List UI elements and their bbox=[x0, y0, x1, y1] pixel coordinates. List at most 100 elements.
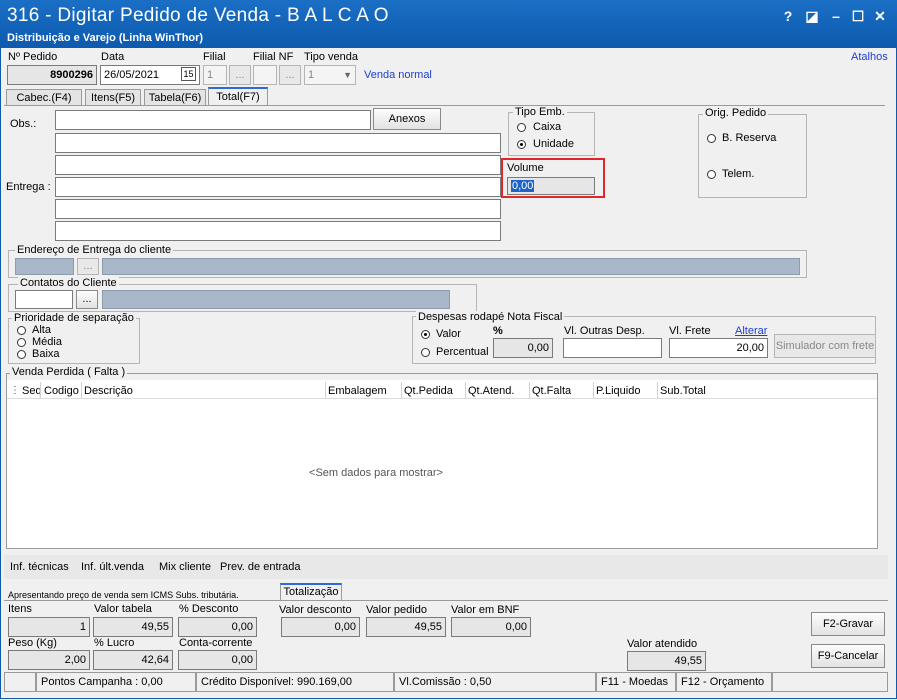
col-p-liquido[interactable]: P.Liquido bbox=[596, 385, 640, 397]
simulador-button[interactable]: Simulador com frete bbox=[774, 334, 876, 358]
col-qt-pedida[interactable]: Qt.Pedida bbox=[404, 385, 453, 397]
endereco-lookup-button[interactable]: ... bbox=[77, 258, 99, 275]
filial-nf-lookup-button[interactable]: ... bbox=[279, 65, 301, 85]
inf-tecnicas-link[interactable]: Inf. técnicas bbox=[10, 561, 69, 573]
tipo-emb-label: Tipo Emb. bbox=[513, 106, 567, 118]
valor-tabela-field[interactable]: 49,55 bbox=[93, 617, 173, 637]
tipo-venda-select[interactable]: 1 ▼ bbox=[304, 65, 356, 85]
prev-entrada-link[interactable]: Prev. de entrada bbox=[220, 561, 301, 573]
filial-lookup-button[interactable]: ... bbox=[229, 65, 251, 85]
col-sub-total[interactable]: Sub.Total bbox=[660, 385, 706, 397]
data-label: Data bbox=[101, 51, 125, 63]
vl-frete-field[interactable]: 20,00 bbox=[669, 338, 768, 358]
telem-radio[interactable] bbox=[707, 170, 716, 179]
baixa-radio[interactable] bbox=[17, 350, 26, 359]
venda-perdida-grid[interactable] bbox=[7, 380, 877, 548]
volume-field[interactable]: 0,00 bbox=[507, 177, 595, 195]
outras-desp-field[interactable] bbox=[563, 338, 662, 358]
caixa-radio[interactable] bbox=[517, 123, 526, 132]
tipo-venda-label: Tipo venda bbox=[304, 51, 359, 63]
col-qt-falta[interactable]: Qt.Falta bbox=[532, 385, 571, 397]
itens-field[interactable]: 1 bbox=[8, 617, 90, 637]
valor-desconto-field[interactable]: 0,00 bbox=[281, 617, 360, 637]
contatos-label: Contatos do Cliente bbox=[18, 277, 119, 289]
col-codigo[interactable]: Codigo bbox=[44, 385, 79, 397]
unidade-radio[interactable] bbox=[517, 140, 526, 149]
entrega-line-1[interactable] bbox=[55, 155, 501, 175]
valor-bnf-field[interactable]: 0,00 bbox=[451, 617, 531, 637]
help-icon[interactable]: ? bbox=[778, 6, 798, 26]
desconto-field[interactable]: 0,00 bbox=[178, 617, 257, 637]
volume-value: 0,00 bbox=[511, 180, 535, 192]
alta-radio[interactable] bbox=[17, 326, 26, 335]
atalhos-link[interactable]: Atalhos bbox=[851, 51, 888, 63]
media-radio[interactable] bbox=[17, 338, 26, 347]
grid-header-divider bbox=[7, 398, 877, 399]
filial-nf-label: Filial NF bbox=[253, 51, 294, 63]
telem-label: Telem. bbox=[722, 168, 755, 180]
mix-cliente-link[interactable]: Mix cliente bbox=[159, 561, 211, 573]
valor-pedido-field[interactable]: 49,55 bbox=[366, 617, 446, 637]
contatos-desc-field[interactable] bbox=[102, 290, 450, 309]
totals-divider bbox=[4, 600, 888, 601]
filial-field[interactable]: 1 bbox=[203, 65, 227, 85]
conta-corrente-field[interactable]: 0,00 bbox=[178, 650, 257, 670]
endereco-code-field[interactable] bbox=[15, 258, 74, 275]
tab-totalizacao[interactable]: Totalização bbox=[280, 583, 342, 601]
maximize-icon[interactable]: ☐ bbox=[848, 6, 868, 26]
tab-cabec[interactable]: Cabec.(F4) bbox=[6, 89, 82, 106]
restore-layout-icon[interactable]: ◪ bbox=[802, 6, 822, 26]
media-label: Média bbox=[32, 336, 62, 348]
col-seq[interactable]: Seq bbox=[22, 385, 42, 397]
col-descricao[interactable]: Descrição bbox=[84, 385, 133, 397]
tab-itens[interactable]: Itens(F5) bbox=[85, 89, 141, 106]
obs-label: Obs.: bbox=[10, 118, 37, 130]
minimize-icon[interactable]: – bbox=[826, 6, 846, 26]
alterar-link[interactable]: Alterar bbox=[735, 325, 767, 337]
status-pontos: Pontos Campanha : 0,00 bbox=[36, 672, 196, 692]
valor-atendido-field[interactable]: 49,55 bbox=[627, 651, 706, 671]
prioridade-group bbox=[8, 318, 140, 364]
grid-menu-icon[interactable]: ⋮ bbox=[10, 385, 20, 396]
peso-field[interactable]: 2,00 bbox=[8, 650, 90, 670]
cancelar-button[interactable]: F9-Cancelar bbox=[811, 644, 885, 668]
anexos-button[interactable]: Anexos bbox=[373, 108, 441, 130]
endereco-desc-field[interactable] bbox=[102, 258, 800, 275]
pedido-field[interactable]: 8900296 bbox=[7, 65, 97, 85]
alta-label: Alta bbox=[32, 324, 51, 336]
obs-line-2[interactable] bbox=[55, 133, 501, 153]
status-comissao: Vl.Comissão : 0,50 bbox=[394, 672, 596, 692]
col-embalagem[interactable]: Embalagem bbox=[328, 385, 387, 397]
gravar-button[interactable]: F2-Gravar bbox=[811, 612, 885, 636]
inf-ult-venda-link[interactable]: Inf. últ.venda bbox=[81, 561, 144, 573]
chevron-down-icon: ▼ bbox=[343, 70, 352, 80]
entrega-line-3[interactable] bbox=[55, 199, 501, 219]
col-qt-atend[interactable]: Qt.Atend. bbox=[468, 385, 514, 397]
vl-frete-label: Vl. Frete bbox=[669, 325, 711, 337]
pct-field[interactable]: 0,00 bbox=[493, 338, 553, 358]
b-reserva-radio[interactable] bbox=[707, 134, 716, 143]
contatos-code-field[interactable] bbox=[15, 290, 73, 309]
obs-line-1[interactable] bbox=[55, 110, 371, 130]
entrega-label: Entrega : bbox=[6, 181, 51, 193]
status-moedas[interactable]: F11 - Moedas bbox=[596, 672, 676, 692]
col-sep bbox=[657, 382, 658, 398]
col-sep bbox=[40, 382, 41, 398]
entrega-line-4[interactable] bbox=[55, 221, 501, 241]
percentual-radio[interactable] bbox=[421, 348, 430, 357]
tipo-venda-text: Venda normal bbox=[364, 69, 432, 81]
valor-radio[interactable] bbox=[421, 330, 430, 339]
contatos-lookup-button[interactable]: ... bbox=[76, 290, 98, 309]
calendar-icon[interactable]: 15 bbox=[181, 67, 196, 81]
data-value: 26/05/2021 bbox=[104, 69, 160, 81]
status-orcamento[interactable]: F12 - Orçamento bbox=[676, 672, 772, 692]
col-sep bbox=[593, 382, 594, 398]
lucro-field[interactable]: 42,64 bbox=[93, 650, 173, 670]
filial-label: Filial bbox=[203, 51, 226, 63]
close-icon[interactable]: ✕ bbox=[870, 6, 890, 26]
entrega-line-2[interactable] bbox=[55, 177, 501, 197]
tab-tabela[interactable]: Tabela(F6) bbox=[144, 89, 206, 106]
valor-desconto-label: Valor desconto bbox=[279, 604, 352, 616]
filial-nf-field[interactable] bbox=[253, 65, 277, 85]
tab-total[interactable]: Total(F7) bbox=[208, 87, 268, 106]
